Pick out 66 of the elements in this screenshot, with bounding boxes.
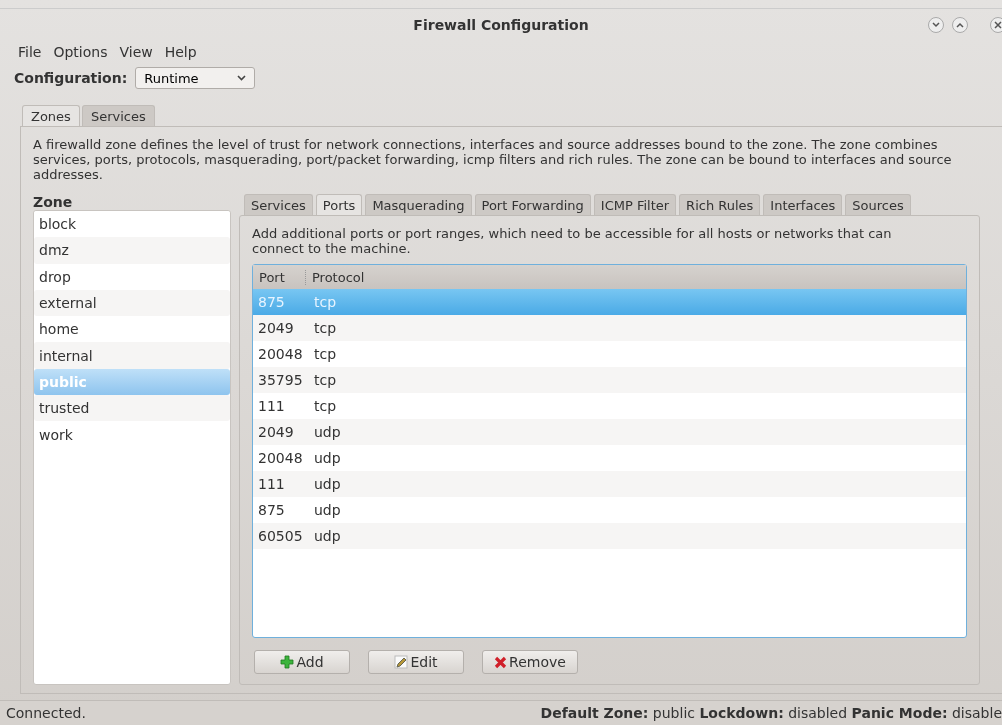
table-cell-text: udp bbox=[313, 502, 341, 518]
table-cell-text: 875 bbox=[257, 502, 286, 518]
edit-button[interactable]: Edit bbox=[368, 650, 464, 674]
menu-item[interactable]: View bbox=[119, 44, 153, 60]
window-title: Firewall Configuration bbox=[413, 17, 589, 33]
pencil-icon bbox=[394, 655, 409, 669]
tab[interactable]: Ports bbox=[315, 194, 363, 216]
table-cell-text: 20048 bbox=[257, 346, 304, 362]
table-cell-text: tcp bbox=[313, 294, 337, 310]
tab[interactable]: Interfaces bbox=[763, 194, 843, 216]
ports-hint: Add additional ports or port ranges, which need to be accessible for all hosts or networks that can connect to the machine. bbox=[252, 226, 893, 256]
tab[interactable]: Sources bbox=[845, 194, 911, 216]
table-cell-text: 20048 bbox=[257, 450, 304, 466]
status-message: Connected. bbox=[6, 705, 86, 721]
close-button[interactable] bbox=[990, 17, 1002, 33]
caret-icon bbox=[237, 75, 247, 81]
table-row[interactable]: 60505 udp bbox=[253, 523, 966, 549]
table-cell-text: udp bbox=[313, 476, 341, 492]
tab[interactable]: ICMP Filter bbox=[593, 194, 677, 216]
zone-description: A firewalld zone defines the level of trust for network connections, interfaces and source addresses bound to the zone. The zone combines services, ports, protocols, masquerading, port/packet forwarding, icmp filters and rich rules. The zone can be bound to interfaces and source addresses. bbox=[33, 137, 953, 182]
column-header[interactable]: Port bbox=[253, 269, 306, 285]
table-cell-text: 35795 bbox=[257, 372, 304, 388]
configuration-dropdown[interactable]: Runtime bbox=[135, 67, 256, 89]
table-row[interactable]: 2049 tcp bbox=[253, 315, 966, 341]
zone-item[interactable]: external bbox=[34, 289, 230, 317]
table-cell-text: 875 bbox=[257, 294, 286, 310]
maximize-button[interactable] bbox=[952, 17, 968, 33]
add-button[interactable]: Add bbox=[254, 650, 350, 674]
plus-icon bbox=[280, 655, 295, 669]
table-row[interactable]: 35795 tcp bbox=[253, 367, 966, 393]
table-cell-text: 2049 bbox=[257, 424, 295, 440]
table-cell-text: tcp bbox=[313, 372, 337, 388]
table-cell-text: 2049 bbox=[257, 320, 295, 336]
table-cell-text: 111 bbox=[257, 476, 286, 492]
zone-item[interactable]: trusted bbox=[34, 395, 230, 422]
tab[interactable]: Masquerading bbox=[365, 194, 472, 216]
cross-icon bbox=[494, 655, 508, 669]
tab[interactable]: Zones bbox=[22, 105, 80, 127]
menu-item[interactable]: File bbox=[18, 44, 42, 60]
menu-item[interactable]: Options bbox=[53, 44, 108, 60]
tab[interactable]: Rich Rules bbox=[679, 194, 761, 216]
menu-item[interactable]: Help bbox=[164, 44, 197, 60]
tab[interactable]: Services bbox=[244, 194, 313, 216]
tab[interactable]: Port Forwarding bbox=[474, 194, 591, 216]
configuration-label: Configuration: bbox=[14, 70, 128, 86]
table-cell-text: tcp bbox=[313, 346, 337, 362]
table-cell-text: tcp bbox=[313, 398, 337, 414]
table-cell-text: tcp bbox=[313, 320, 337, 336]
zone-item[interactable]: dmz bbox=[34, 237, 230, 264]
column-header[interactable]: Protocol bbox=[306, 269, 365, 285]
zone-item[interactable]: internal bbox=[34, 342, 230, 369]
chevron-down-icon bbox=[932, 22, 940, 28]
table-cell-text: udp bbox=[313, 450, 341, 466]
close-icon bbox=[994, 21, 1002, 29]
zone-heading: Zone bbox=[33, 194, 74, 210]
table-cell-text: 111 bbox=[257, 398, 286, 414]
table-cell-text: udp bbox=[313, 528, 341, 544]
table-cell-text: 60505 bbox=[257, 528, 304, 544]
remove-button[interactable]: Remove bbox=[482, 650, 578, 674]
minimize-button[interactable] bbox=[928, 17, 944, 33]
table-row[interactable]: 111 udp bbox=[253, 471, 966, 497]
chevron-up-icon bbox=[956, 22, 964, 28]
table-row[interactable]: 2049 udp bbox=[253, 419, 966, 445]
status-details: Default Zone: public Lockdown: disabled Panic Mode: disable bbox=[540, 705, 1002, 721]
table-cell-text: udp bbox=[313, 424, 341, 440]
tab[interactable]: Services bbox=[81, 105, 155, 127]
